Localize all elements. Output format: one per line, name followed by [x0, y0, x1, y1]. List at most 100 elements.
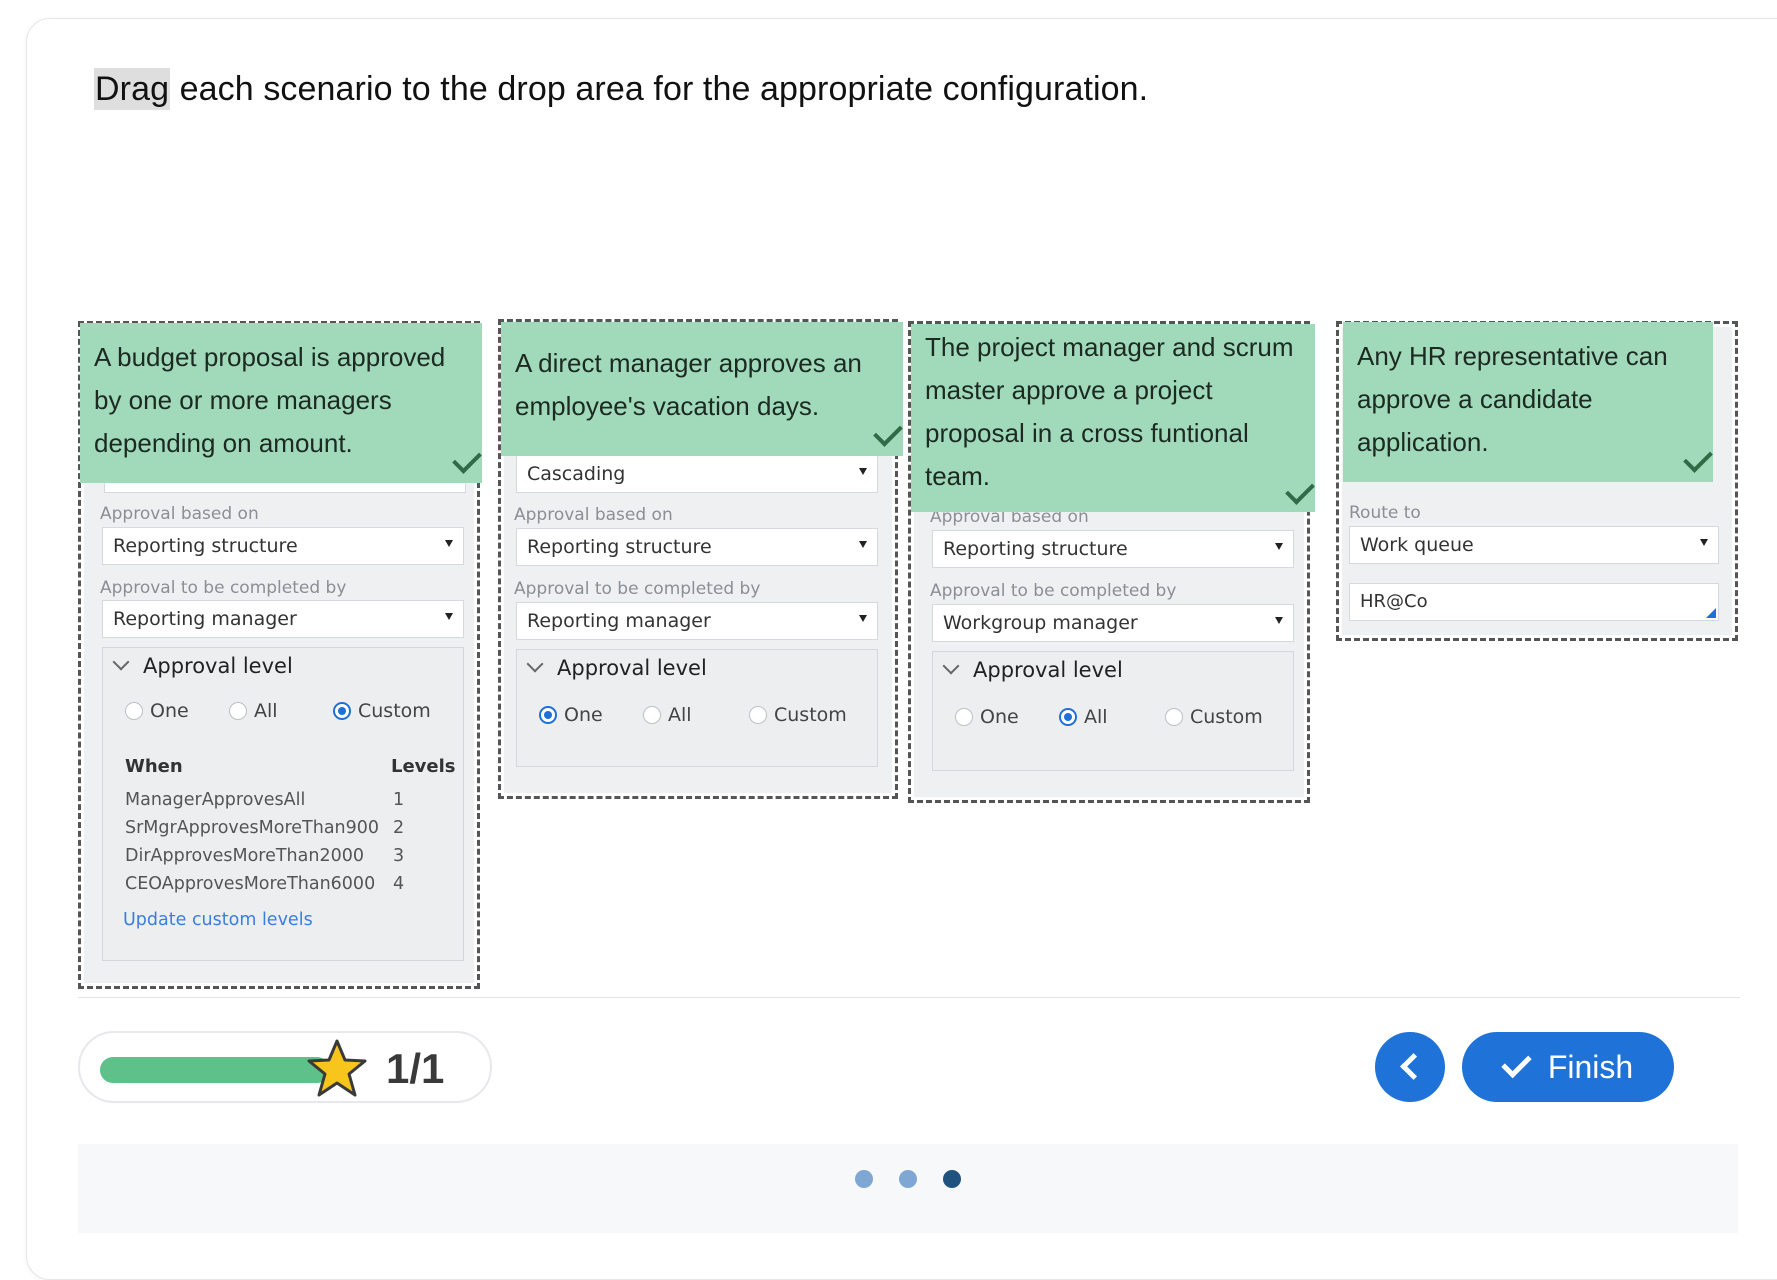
approval-level-header[interactable]: Approval level: [111, 653, 293, 678]
pager-footer: [78, 1144, 1738, 1233]
custom-row-level: 4: [393, 874, 405, 894]
completed-by-select[interactable]: Reporting manager: [516, 602, 878, 640]
approval-level-label: Approval level: [973, 658, 1123, 682]
progress-pill: 1/1: [78, 1031, 492, 1103]
approval-based-on-value: Reporting structure: [527, 536, 712, 558]
completed-by-label: Approval to be completed by: [514, 579, 761, 599]
radio-all[interactable]: All: [229, 700, 278, 722]
custom-row-level: 3: [393, 846, 405, 866]
finish-button[interactable]: Finish: [1462, 1032, 1674, 1102]
radio-selected-icon: [539, 706, 557, 724]
approval-level-section: Approval level One All Custom: [516, 649, 878, 767]
dropdown-caret-icon: [1700, 539, 1708, 546]
approval-based-on-select[interactable]: Reporting structure: [102, 527, 464, 565]
approval-type-select[interactable]: Cascading: [516, 455, 878, 493]
radio-custom[interactable]: Custom: [749, 704, 847, 726]
radio-circle-icon: [229, 702, 247, 720]
check-icon: [1501, 1047, 1532, 1079]
chevron-down-icon: [112, 653, 130, 671]
completed-by-value: Reporting manager: [113, 608, 297, 630]
radio-label: Custom: [1190, 706, 1263, 728]
radio-circle-icon: [955, 708, 973, 726]
update-custom-levels-link[interactable]: Update custom levels: [123, 910, 313, 930]
custom-row-when: SrMgrApprovesMoreThan900: [125, 818, 380, 838]
work-queue-input[interactable]: HR@Co: [1349, 583, 1719, 621]
chevron-down-icon: [942, 657, 960, 675]
radio-label: One: [150, 700, 189, 722]
approval-based-on-select[interactable]: Reporting structure: [516, 528, 878, 566]
instruction-rest: each scenario to the drop area for the a…: [170, 70, 1149, 108]
completed-by-label: Approval to be completed by: [930, 581, 1177, 601]
chevron-left-icon: [1400, 1053, 1427, 1080]
custom-row: CEOApprovesMoreThan6000: [125, 874, 375, 894]
dropdown-caret-icon: [859, 541, 867, 548]
pager-dot[interactable]: [943, 1170, 961, 1188]
approval-type-value: Cascading: [527, 463, 626, 485]
radio-label: All: [668, 704, 692, 726]
scenario-tile-3[interactable]: The project manager and scrum master app…: [911, 324, 1315, 512]
scenario-tile-1[interactable]: A budget proposal is approved by one or …: [80, 323, 482, 483]
radio-selected-icon: [1059, 708, 1077, 726]
radio-label: All: [254, 700, 278, 722]
radio-custom[interactable]: Custom: [333, 700, 431, 722]
radio-one[interactable]: One: [125, 700, 189, 722]
radio-selected-icon: [333, 702, 351, 720]
route-to-label: Route to: [1349, 503, 1421, 523]
star-icon: [307, 1039, 367, 1097]
progress-count: 1/1: [386, 1045, 445, 1092]
approval-based-on-label: Approval based on: [100, 504, 259, 524]
completed-by-label: Approval to be completed by: [100, 578, 347, 598]
dropdown-caret-icon: [1275, 617, 1283, 624]
radio-label: Custom: [358, 700, 431, 722]
check-icon: [1285, 475, 1315, 505]
back-button[interactable]: [1375, 1032, 1445, 1102]
approval-level-section: Approval level One All Custom When Level…: [102, 647, 464, 961]
radio-circle-icon: [749, 706, 767, 724]
custom-row-when: ManagerApprovesAll: [125, 790, 306, 810]
custom-row-when: DirApprovesMoreThan2000: [125, 846, 364, 866]
radio-circle-icon: [125, 702, 143, 720]
check-icon: [452, 444, 482, 474]
scenario-tile-4[interactable]: Any HR representative can approve a cand…: [1343, 322, 1713, 482]
completed-by-value: Workgroup manager: [943, 612, 1138, 634]
progress-fill: [100, 1057, 330, 1083]
progress-track: [100, 1057, 330, 1083]
scenario-text: The project manager and scrum master app…: [925, 332, 1294, 491]
scenario-tile-2[interactable]: A direct manager approves an employee's …: [501, 322, 903, 456]
completed-by-value: Reporting manager: [527, 610, 711, 632]
pager-dot[interactable]: [899, 1170, 917, 1188]
instruction-text: Drag each scenario to the drop area for …: [94, 68, 1149, 110]
radio-label: One: [980, 706, 1019, 728]
approval-based-on-select[interactable]: Reporting structure: [932, 530, 1294, 568]
custom-row-when: CEOApprovesMoreThan6000: [125, 874, 376, 894]
approval-level-header[interactable]: Approval level: [525, 655, 707, 680]
when-header: When: [125, 756, 183, 777]
check-icon: [1683, 443, 1713, 473]
approval-level-label: Approval level: [557, 656, 707, 680]
dropdown-caret-icon: [859, 468, 867, 475]
custom-row: SrMgrApprovesMoreThan900: [125, 818, 379, 838]
radio-one[interactable]: One: [955, 706, 1019, 728]
approval-level-label: Approval level: [143, 654, 293, 678]
radio-one[interactable]: One: [539, 704, 603, 726]
approval-based-on-label: Approval based on: [514, 505, 673, 525]
radio-all[interactable]: All: [643, 704, 692, 726]
custom-row: ManagerApprovesAll: [125, 790, 305, 810]
approval-level-section: Approval level One All Custom: [932, 651, 1294, 771]
levels-header: Levels: [391, 756, 456, 777]
radio-label: All: [1084, 706, 1108, 728]
radio-circle-icon: [1165, 708, 1183, 726]
completed-by-select[interactable]: Workgroup manager: [932, 604, 1294, 642]
footer-divider: [78, 997, 1740, 998]
radio-label: Custom: [774, 704, 847, 726]
pager-dot[interactable]: [855, 1170, 873, 1188]
custom-row-level: 1: [393, 790, 405, 810]
approval-level-header[interactable]: Approval level: [941, 657, 1123, 682]
route-to-select[interactable]: Work queue: [1349, 526, 1719, 564]
scenario-text: A direct manager approves an employee's …: [515, 348, 862, 421]
approval-based-on-value: Reporting structure: [113, 535, 298, 557]
radio-custom[interactable]: Custom: [1165, 706, 1263, 728]
completed-by-select[interactable]: Reporting manager: [102, 600, 464, 638]
radio-all[interactable]: All: [1059, 706, 1108, 728]
custom-row: DirApprovesMoreThan2000: [125, 846, 364, 866]
